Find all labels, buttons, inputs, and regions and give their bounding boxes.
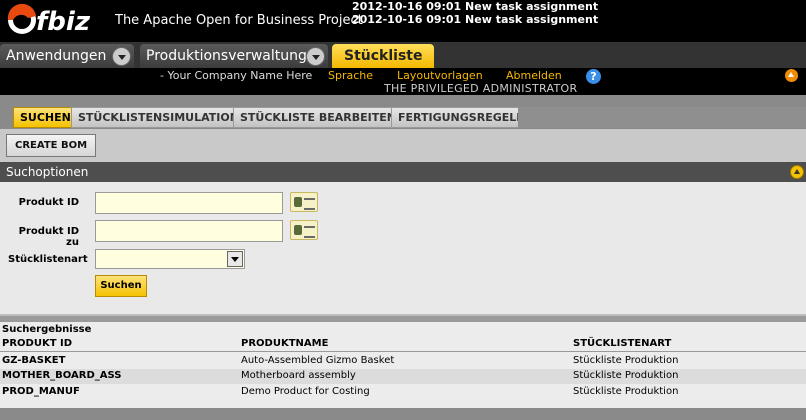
results-header-row: PRODUKT ID PRODUKTNAME STÜCKLISTENART xyxy=(0,336,806,352)
subtab-filler xyxy=(518,107,806,128)
product-id-input[interactable] xyxy=(95,192,283,214)
product-name: Demo Product for Costing xyxy=(241,386,370,397)
product-id-link[interactable]: MOTHER_BOARD_ASS xyxy=(2,370,121,381)
search-options-header: Suchoptionen xyxy=(0,162,806,182)
ofbiz-logo[interactable]: fbiz xyxy=(6,2,104,38)
search-button[interactable]: Suchen xyxy=(95,275,147,297)
tab-label: Stückliste xyxy=(344,48,423,64)
sub-navigation: SUCHEN STÜCKLISTENSIMULATION STÜCKLISTE … xyxy=(0,105,806,129)
logged-in-user: THE PRIVILEGED ADMINISTRATOR xyxy=(384,82,578,95)
language-link[interactable]: Sprache xyxy=(328,69,373,82)
chevron-down-icon[interactable] xyxy=(227,251,243,267)
bom-type: Stückliste Produktion xyxy=(573,386,679,397)
footer-strip xyxy=(0,408,806,420)
tab-label: Produktionsverwaltung xyxy=(146,48,307,64)
table-row[interactable]: PROD_MANUF Demo Product for Costing Stüc… xyxy=(0,385,806,400)
results-title: Suchergebnisse xyxy=(2,324,92,335)
notification-item[interactable]: 2012-10-16 09:01 New task assignment xyxy=(352,13,598,26)
tab-produktionsverwaltung[interactable]: Produktionsverwaltung xyxy=(140,44,328,68)
bom-type: Stückliste Produktion xyxy=(573,355,679,366)
bom-type-select[interactable] xyxy=(95,249,245,269)
tab-fertigungsregeln[interactable]: FERTIGUNGSREGELN xyxy=(391,107,533,128)
app-header: fbiz The Apache Open for Business Projec… xyxy=(0,0,806,42)
collapse-header-icon[interactable] xyxy=(785,69,798,82)
column-header[interactable]: PRODUKT ID xyxy=(2,338,72,349)
tab-stueckliste-bearbeiten[interactable]: STÜCKLISTE BEARBEITEN xyxy=(233,107,403,128)
tab-anwendungen[interactable]: Anwendungen xyxy=(0,44,134,68)
tab-label: Anwendungen xyxy=(6,48,107,64)
column-header[interactable]: PRODUKTNAME xyxy=(241,338,328,349)
tab-stuecklistensimulation[interactable]: STÜCKLISTENSIMULATION xyxy=(71,107,246,128)
product-id-link[interactable]: PROD_MANUF xyxy=(2,386,80,397)
bom-type-label: Stücklistenart xyxy=(8,254,88,265)
product-lookup-icon[interactable] xyxy=(290,192,318,212)
chevron-down-icon[interactable] xyxy=(306,47,325,66)
notification-list: 2012-10-16 09:01 New task assignment 201… xyxy=(352,0,598,26)
help-icon[interactable]: ? xyxy=(586,69,601,84)
product-id-label: Produkt ID xyxy=(18,197,79,208)
bom-type: Stückliste Produktion xyxy=(573,370,679,381)
column-header[interactable]: STÜCKLISTENART xyxy=(573,338,671,349)
product-id-to-input[interactable] xyxy=(95,220,283,242)
svg-text:fbiz: fbiz xyxy=(36,7,91,37)
logout-link[interactable]: Abmelden xyxy=(506,69,562,82)
notification-item[interactable]: 2012-10-16 09:01 New task assignment xyxy=(352,0,598,13)
brand-title: The Apache Open for Business Project xyxy=(115,13,363,28)
user-bar: - Your Company Name Here Sprache Layoutv… xyxy=(0,68,806,95)
company-name: - Your Company Name Here xyxy=(160,69,313,82)
tab-suchen[interactable]: SUCHEN xyxy=(13,107,78,128)
search-results: Suchergebnisse PRODUKT ID PRODUKTNAME ST… xyxy=(0,322,806,408)
table-row[interactable]: MOTHER_BOARD_ASS Motherboard assembly St… xyxy=(0,369,806,384)
collapse-icon[interactable] xyxy=(790,165,804,179)
table-row[interactable]: GZ-BASKET Auto-Assembled Gizmo Basket St… xyxy=(0,354,806,369)
button-bar: CREATE BOM xyxy=(0,129,806,162)
app-tab-bar: Anwendungen Produktionsverwaltung Stückl… xyxy=(0,42,806,68)
product-id-to-label: Produkt ID zu xyxy=(18,226,79,248)
product-lookup-icon[interactable] xyxy=(290,220,318,240)
product-name: Auto-Assembled Gizmo Basket xyxy=(241,355,395,366)
tab-stueckliste[interactable]: Stückliste xyxy=(332,44,434,68)
product-id-link[interactable]: GZ-BASKET xyxy=(2,355,65,366)
product-name: Motherboard assembly xyxy=(241,370,356,381)
create-bom-button[interactable]: CREATE BOM xyxy=(6,134,97,157)
layout-templates-link[interactable]: Layoutvorlagen xyxy=(397,69,483,82)
chevron-down-icon[interactable] xyxy=(112,47,131,66)
